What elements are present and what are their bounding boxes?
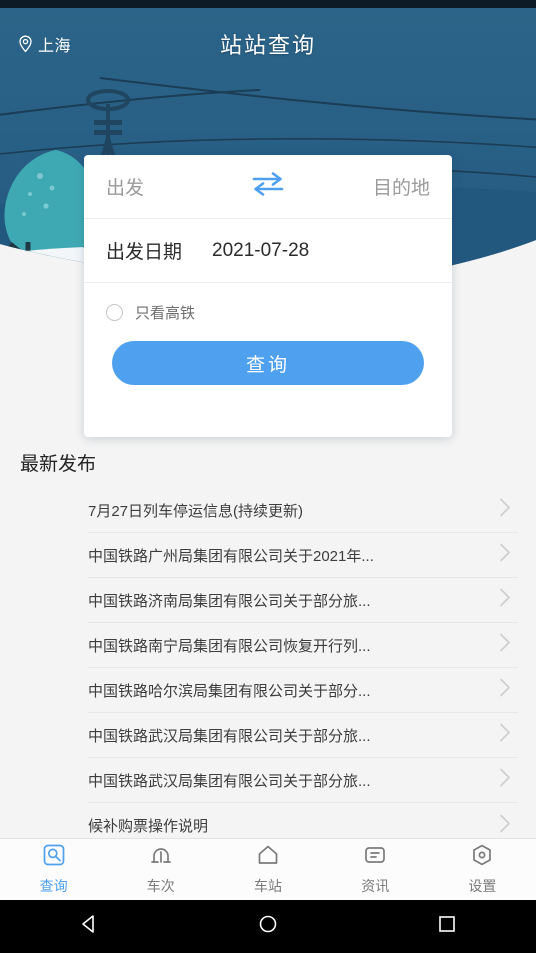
news-item-text: 候补购票操作说明 <box>88 818 209 835</box>
latest-news-heading: 最新发布 <box>20 454 97 475</box>
list-item[interactable]: 候补购票操作说明 <box>88 803 518 838</box>
document-lines-icon <box>363 843 387 872</box>
triangle-back-icon <box>78 913 100 940</box>
tab-trains-label: 车次 <box>146 878 175 894</box>
news-item-text: 中国铁路广州局集团有限公司关于2021年... <box>88 547 374 565</box>
chevron-right-icon <box>499 543 512 568</box>
chevron-right-icon <box>499 813 512 838</box>
chevron-right-icon <box>499 498 512 523</box>
search-square-icon <box>42 843 66 872</box>
circle-home-icon <box>257 913 279 940</box>
news-item-text: 中国铁路哈尔滨局集团有限公司关于部分... <box>88 682 371 700</box>
tab-trains[interactable]: 车次 <box>107 839 214 900</box>
news-item-text: 中国铁路武汉局集团有限公司关于部分旅... <box>88 772 371 790</box>
list-item[interactable]: 中国铁路南宁局集团有限公司恢复开行列... <box>88 623 518 668</box>
app-screen: 上海 站站查询 出发 目的地 出发日期 2021-07-28 只看高铁 查询 最… <box>0 0 536 953</box>
tab-settings-label: 设置 <box>468 878 497 894</box>
destination-station-input[interactable]: 目的地 <box>292 173 430 200</box>
swap-stations-button[interactable] <box>244 171 292 202</box>
chevron-right-icon <box>499 633 512 658</box>
news-item-text: 7月27日列车停运信息(持续更新) <box>88 502 304 520</box>
high-speed-only-label[interactable]: 只看高铁 <box>135 302 195 323</box>
tab-stations-label: 车站 <box>254 878 282 894</box>
recents-button[interactable] <box>407 900 487 953</box>
search-card: 出发 目的地 出发日期 2021-07-28 只看高铁 查询 <box>84 155 452 437</box>
android-navigation-bar <box>0 900 536 953</box>
bottom-tab-bar: 查询 车次 车站 资讯 设置 <box>0 838 536 900</box>
map-pin-icon <box>18 35 33 53</box>
departure-date-row[interactable]: 出发日期 2021-07-28 <box>84 219 452 283</box>
departure-date-label: 出发日期 <box>106 242 183 263</box>
list-item[interactable]: 7月27日列车停运信息(持续更新) <box>88 488 518 533</box>
news-item-text: 中国铁路武汉局集团有限公司关于部分旅... <box>88 727 371 745</box>
chevron-right-icon <box>499 768 512 793</box>
status-strip <box>0 0 536 8</box>
location-label: 上海 <box>38 38 72 55</box>
news-list: 7月27日列车停运信息(持续更新) 中国铁路广州局集团有限公司关于2021年..… <box>0 488 536 838</box>
high-speed-only-row: 只看高铁 <box>84 283 452 341</box>
back-button[interactable] <box>49 900 129 953</box>
tab-settings[interactable]: 设置 <box>429 839 536 900</box>
list-item[interactable]: 中国铁路广州局集团有限公司关于2021年... <box>88 533 518 578</box>
list-item[interactable]: 中国铁路哈尔滨局集团有限公司关于部分... <box>88 668 518 713</box>
news-item-text: 中国铁路济南局集团有限公司关于部分旅... <box>88 592 371 610</box>
square-recents-icon <box>436 913 458 940</box>
gear-hexagon-icon <box>470 843 494 872</box>
tab-news-label: 资讯 <box>361 878 390 894</box>
search-button[interactable]: 查询 <box>112 341 424 385</box>
list-item[interactable]: 中国铁路济南局集团有限公司关于部分旅... <box>88 578 518 623</box>
departure-station-input[interactable]: 出发 <box>106 173 244 200</box>
list-item[interactable]: 中国铁路武汉局集团有限公司关于部分旅... <box>88 713 518 758</box>
tab-stations[interactable]: 车站 <box>214 839 321 900</box>
chevron-right-icon <box>499 678 512 703</box>
page-title: 站站查询 <box>219 33 316 58</box>
hero-header-bar: 上海 站站查询 <box>0 8 536 80</box>
origin-destination-row: 出发 目的地 <box>84 155 452 219</box>
tab-query[interactable]: 查询 <box>0 839 107 900</box>
news-item-text: 中国铁路南宁局集团有限公司恢复开行列... <box>88 637 371 655</box>
chevron-right-icon <box>499 588 512 613</box>
home-button[interactable] <box>228 900 308 953</box>
train-arch-icon <box>149 843 173 872</box>
list-item[interactable]: 中国铁路武汉局集团有限公司关于部分旅... <box>88 758 518 803</box>
tab-news[interactable]: 资讯 <box>322 839 429 900</box>
location-selector[interactable]: 上海 <box>18 32 71 56</box>
high-speed-only-radio[interactable] <box>106 303 123 321</box>
home-icon <box>256 843 280 872</box>
latest-news-section: 最新发布 7月27日列车停运信息(持续更新) 中国铁路广州局集团有限公司关于20… <box>0 435 536 838</box>
swap-horizontal-icon <box>251 171 285 202</box>
tab-query-label: 查询 <box>39 878 68 894</box>
chevron-right-icon <box>499 723 512 748</box>
departure-date-value[interactable]: 2021-07-28 <box>212 240 309 262</box>
